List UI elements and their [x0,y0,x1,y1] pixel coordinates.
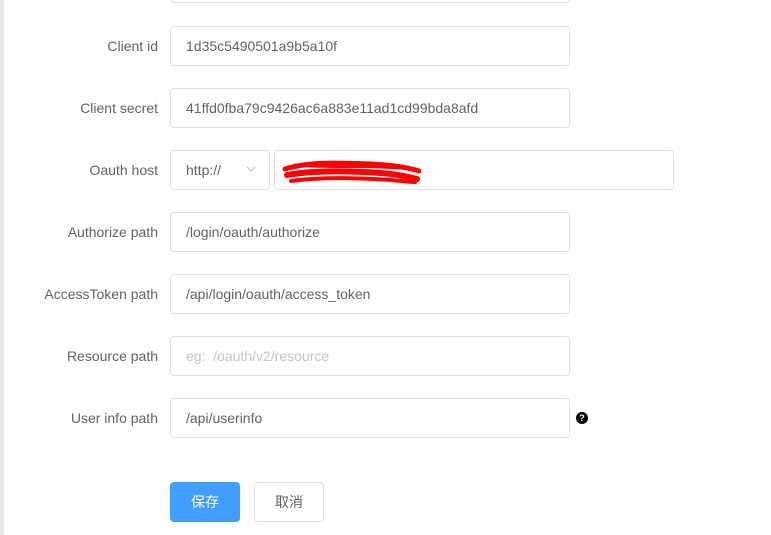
client-id-row: Client id [0,26,771,66]
save-button[interactable]: 保存 [170,482,240,522]
client-secret-row: Client secret [0,88,771,128]
authorize-path-row: Authorize path [0,212,771,252]
client-secret-input[interactable] [170,88,570,128]
user-info-path-row: User info path ? [0,398,771,438]
oauth-host-input[interactable] [274,150,674,190]
help-icon[interactable]: ? [576,412,588,424]
panel-left-border [0,0,4,535]
protocol-select[interactable]: http:// [170,150,270,190]
redaction-scribble [282,160,421,184]
resource-path-row: Resource path [0,336,771,376]
authorize-path-label: Authorize path [67,224,158,240]
user-info-path-label: User info path [70,410,158,426]
cancel-button[interactable]: 取消 [254,482,324,522]
resource-path-label: Resource path [66,348,158,364]
access-token-path-label: AccessToken path [44,286,158,302]
protocol-select-value: http:// [186,162,222,178]
previous-field-input[interactable] [170,0,570,3]
oauth-host-label: Oauth host [89,162,159,178]
access-token-path-input[interactable] [170,274,570,314]
client-id-input[interactable] [170,26,570,66]
client-secret-label: Client secret [80,100,158,116]
access-token-path-row: AccessToken path [0,274,771,314]
oauth-host-row: Oauth host http:// [0,150,771,190]
authorize-path-input[interactable] [170,212,570,252]
chevron-down-icon [246,166,256,172]
user-info-path-input[interactable] [170,398,570,438]
client-id-label: Client id [107,38,158,54]
resource-path-input[interactable] [170,336,570,376]
